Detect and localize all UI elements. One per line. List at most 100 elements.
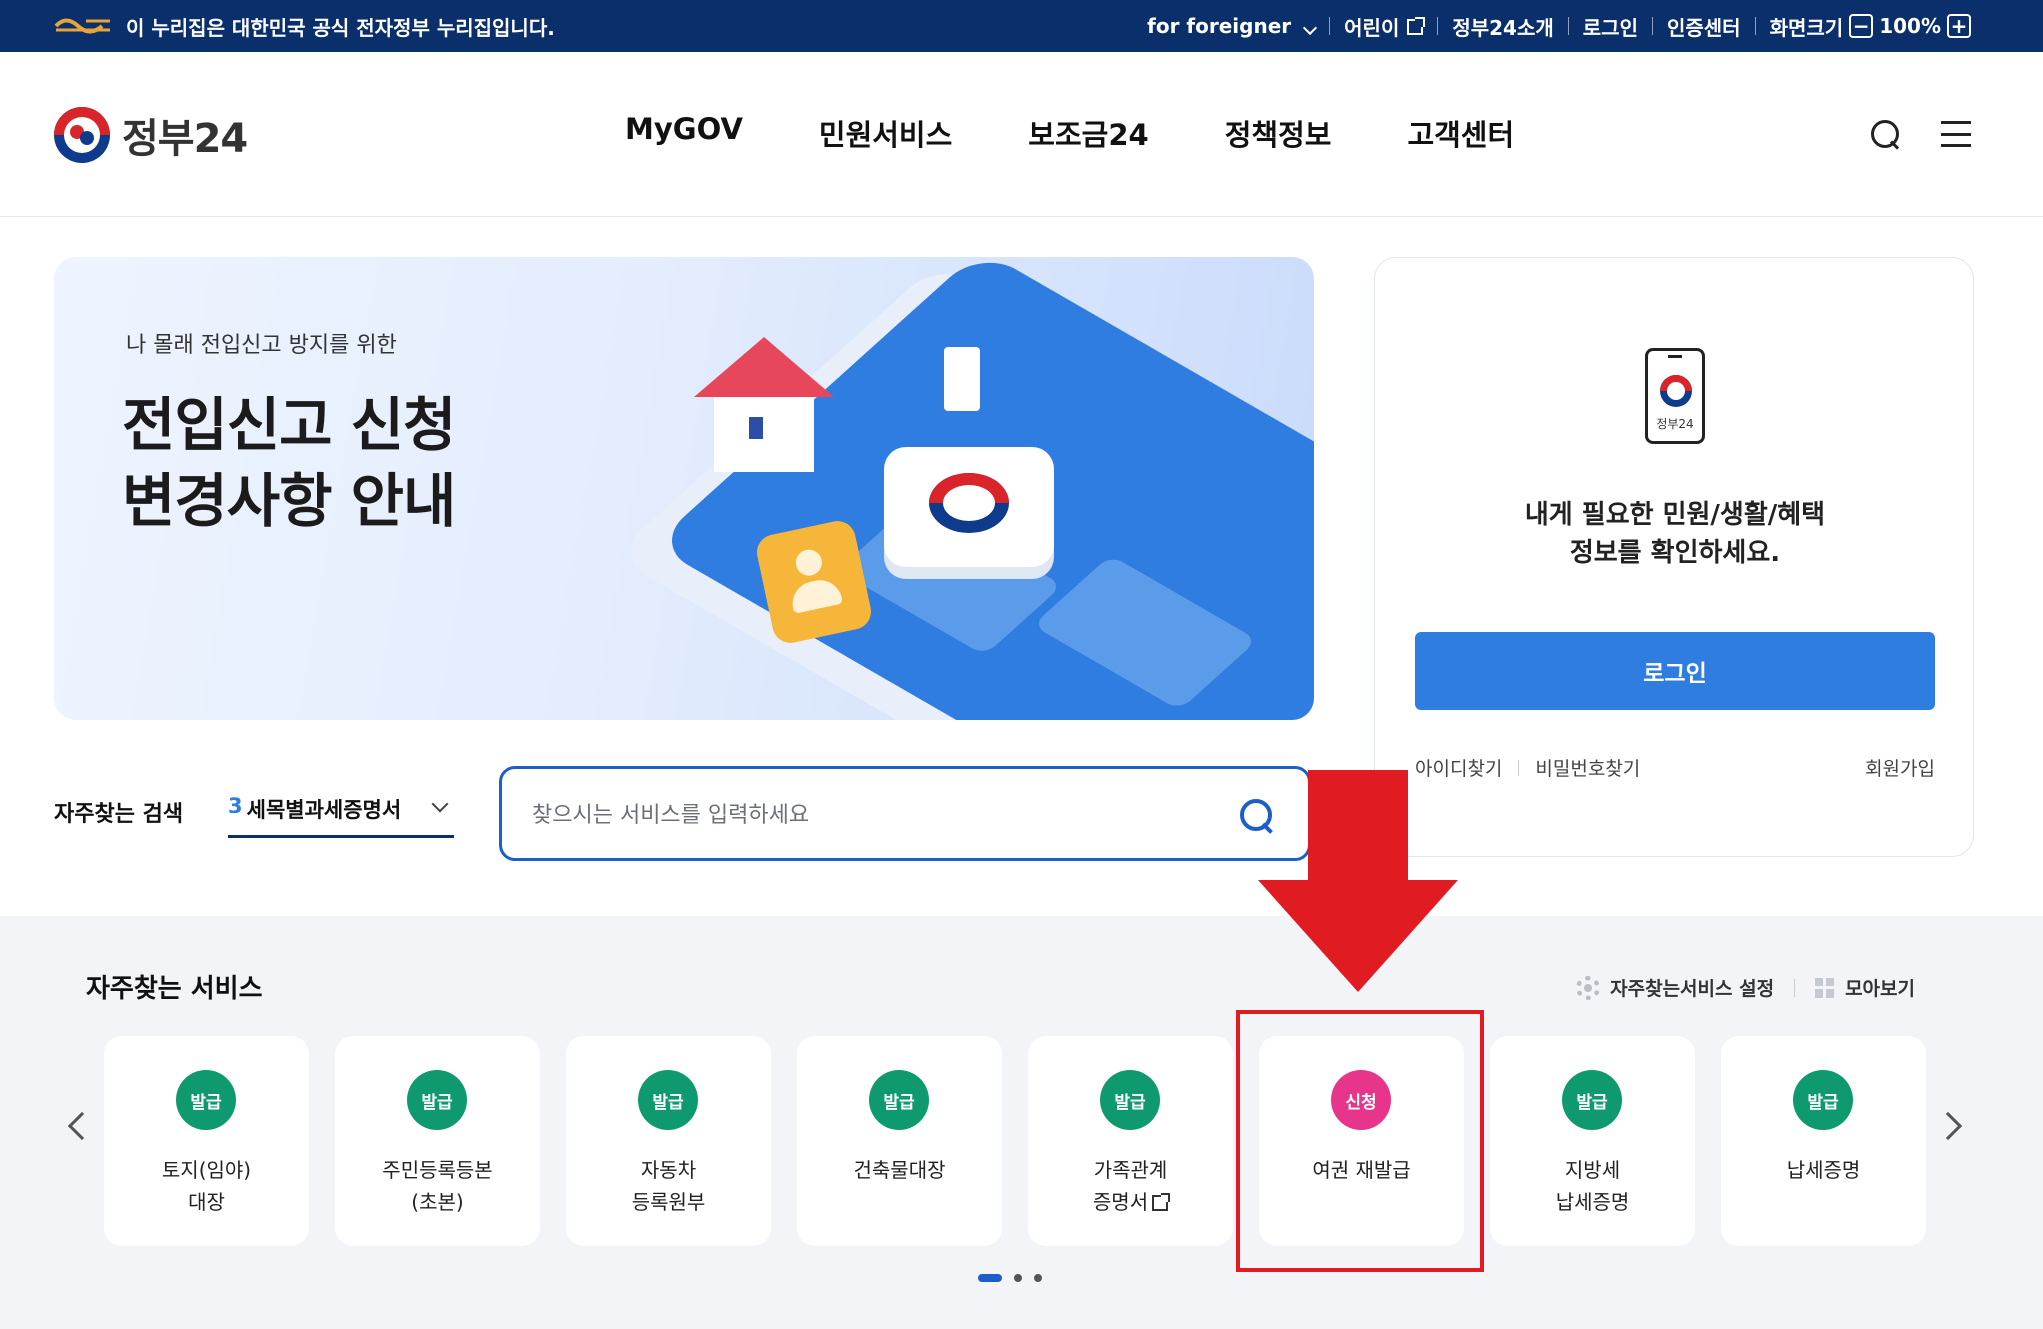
about-link[interactable]: 정부24소개 (1452, 12, 1553, 41)
service-card-resident-register[interactable]: 발급 주민등록등본 (초본) (335, 1036, 540, 1246)
service-card-tax-certificate[interactable]: 발급 납세증명 (1721, 1036, 1926, 1246)
official-notice: 이 누리집은 대한민국 공식 전자정부 누리집입니다. (52, 0, 555, 52)
utility-menu: for foreigner 어린이 정부24소개 로그인 인증센터 화면크기 −… (1147, 0, 1977, 52)
nav-customer-center[interactable]: 고객센터 (1407, 112, 1514, 154)
service-search-box (499, 766, 1311, 861)
carousel-prev-icon[interactable] (67, 1111, 97, 1141)
zoom-in-button[interactable]: + (1947, 14, 1971, 38)
brand-name: 정부24 (122, 116, 248, 162)
kids-label: 어린이 (1344, 15, 1400, 40)
nav-civil-service[interactable]: 민원서비스 (819, 112, 952, 154)
annotation-arrow-icon (1258, 770, 1458, 992)
signup-link[interactable]: 회원가입 (1865, 754, 1935, 781)
frequent-search-rank: 3 (228, 794, 243, 818)
service-badge: 발급 (407, 1070, 467, 1130)
site-header: 정부24 MyGOV 민원서비스 보조금24 정책정보 고객센터 (0, 52, 2043, 217)
nav-policy-info[interactable]: 정책정보 (1225, 112, 1332, 154)
main-nav: MyGOV 민원서비스 보조금24 정책정보 고객센터 (625, 112, 1590, 154)
service-badge: 발급 (638, 1070, 698, 1130)
service-name: 건축물대장 (853, 1158, 946, 1182)
hero-title: 전입신고 신청 변경사항 안내 (122, 387, 456, 539)
service-name: 주민등록등본 (초본) (382, 1158, 493, 1214)
divider (1754, 17, 1756, 35)
service-badge: 발급 (1100, 1070, 1160, 1130)
service-name: 자동차 등록원부 (631, 1158, 706, 1214)
official-site-banner: 이 누리집은 대한민국 공식 전자정부 누리집입니다. for foreigne… (0, 0, 2043, 52)
divider (1329, 17, 1331, 35)
chevron-down-icon (431, 795, 449, 813)
service-name: 토지(임야) 대장 (161, 1158, 252, 1214)
gear-icon (1576, 975, 1601, 1000)
login-message: 내게 필요한 민원/생활/혜택 정보를 확인하세요. (1375, 496, 1975, 572)
carousel-dot-3[interactable] (1034, 1274, 1042, 1282)
hero-title-line1: 전입신고 신청 (122, 391, 456, 459)
carousel-dot-1[interactable] (978, 1274, 1002, 1282)
carousel-next-icon[interactable] (1933, 1111, 1963, 1141)
frequent-services-tools: 자주찾는서비스 설정 모아보기 (1576, 974, 1915, 1001)
divider (1518, 759, 1520, 776)
annotation-highlight-box (1236, 1010, 1484, 1272)
service-card-local-tax-certificate[interactable]: 발급 지방세 납세증명 (1490, 1036, 1695, 1246)
service-card-row: 발급 토지(임야) 대장 발급 주민등록등본 (초본) 발급 자동차 등록원부 … (104, 1036, 1926, 1246)
taegeuk-logo-icon (54, 107, 110, 163)
divider (1567, 17, 1569, 35)
service-badge: 발급 (1562, 1070, 1622, 1130)
login-message-line2: 정보를 확인하세요. (1569, 538, 1781, 568)
login-button[interactable]: 로그인 (1415, 632, 1935, 710)
service-card-vehicle-register[interactable]: 발급 자동차 등록원부 (566, 1036, 771, 1246)
service-card-land-register[interactable]: 발급 토지(임야) 대장 (104, 1036, 309, 1246)
kids-link[interactable]: 어린이 (1344, 12, 1426, 41)
login-message-line1: 내게 필요한 민원/생활/혜택 (1524, 500, 1826, 530)
external-link-icon (1407, 16, 1426, 35)
service-card-family-certificate[interactable]: 발급 가족관계 증명서 (1028, 1036, 1233, 1246)
login-links: 아이디찾기 비밀번호찾기 회원가입 (1415, 754, 1935, 781)
service-name: 납세증명 (1786, 1158, 1861, 1182)
hero-title-line2: 변경사항 안내 (122, 467, 456, 535)
chevron-down-icon (1303, 20, 1318, 36)
nav-subsidy24[interactable]: 보조금24 (1028, 112, 1148, 154)
service-card-building-register[interactable]: 발급 건축물대장 (797, 1036, 1002, 1246)
cert-center-link[interactable]: 인증센터 (1667, 12, 1741, 41)
find-password-link[interactable]: 비밀번호찾기 (1535, 754, 1640, 781)
frequent-search-keyword: 세목별과세증명서 (246, 798, 402, 822)
hamburger-menu-icon[interactable] (1941, 121, 1971, 147)
frequent-search-dropdown[interactable]: 3 세목별과세증명서 (228, 794, 454, 838)
frequent-services-title: 자주찾는 서비스 (86, 974, 263, 1004)
mobile-app-icon: 정부24 (1645, 348, 1705, 444)
nav-mygov[interactable]: MyGOV (625, 112, 743, 154)
service-badge: 발급 (869, 1070, 929, 1130)
nuri-logo-icon (54, 18, 110, 34)
app-label: 정부24 (1656, 417, 1694, 431)
official-notice-text: 이 누리집은 대한민국 공식 전자정부 누리집입니다. (126, 15, 555, 40)
top-login-link[interactable]: 로그인 (1583, 12, 1638, 41)
screen-size-label: 화면크기 (1769, 15, 1844, 40)
foreigner-dropdown[interactable]: for foreigner (1147, 14, 1318, 38)
service-badge: 발급 (176, 1070, 236, 1130)
service-search-input[interactable] (532, 793, 1212, 837)
house-illustration (694, 337, 834, 477)
zoom-level: 100% (1879, 14, 1941, 38)
carousel-dot-2[interactable] (1014, 1274, 1022, 1282)
header-icons (1869, 118, 1971, 150)
hero-subtitle: 나 몰래 전입신고 방지를 위한 (126, 333, 397, 358)
login-panel: 정부24 내게 필요한 민원/생활/혜택 정보를 확인하세요. 로그인 아이디찾… (1374, 257, 1974, 857)
divider (1651, 17, 1653, 35)
service-name: 가족관계 증명서 (1028, 1154, 1233, 1218)
divider (1437, 17, 1439, 35)
search-icon[interactable] (1869, 118, 1901, 150)
zoom-out-button[interactable]: − (1849, 14, 1874, 38)
frequent-services-settings-link[interactable]: 자주찾는서비스 설정 (1610, 974, 1774, 1001)
service-name: 지방세 납세증명 (1555, 1158, 1630, 1214)
external-link-icon (1152, 1193, 1171, 1211)
view-all-link[interactable]: 모아보기 (1845, 974, 1915, 1001)
gov-app-tile-illustration (884, 447, 1054, 567)
home-logo-link[interactable]: 정부24 (54, 106, 248, 164)
foreigner-label: for foreigner (1147, 14, 1292, 38)
carousel-pagination (978, 1274, 1042, 1282)
document-illustration (944, 347, 980, 411)
frequent-search-label: 자주찾는 검색 (54, 802, 184, 827)
hero-banner[interactable]: 나 몰래 전입신고 방지를 위한 전입신고 신청 변경사항 안내 (54, 257, 1314, 720)
grid-icon (1815, 977, 1835, 998)
frequent-services-section: 자주찾는 서비스 자주찾는서비스 설정 모아보기 발급 토지(임야) 대장 발급… (0, 916, 2043, 1329)
service-badge: 발급 (1793, 1070, 1853, 1130)
